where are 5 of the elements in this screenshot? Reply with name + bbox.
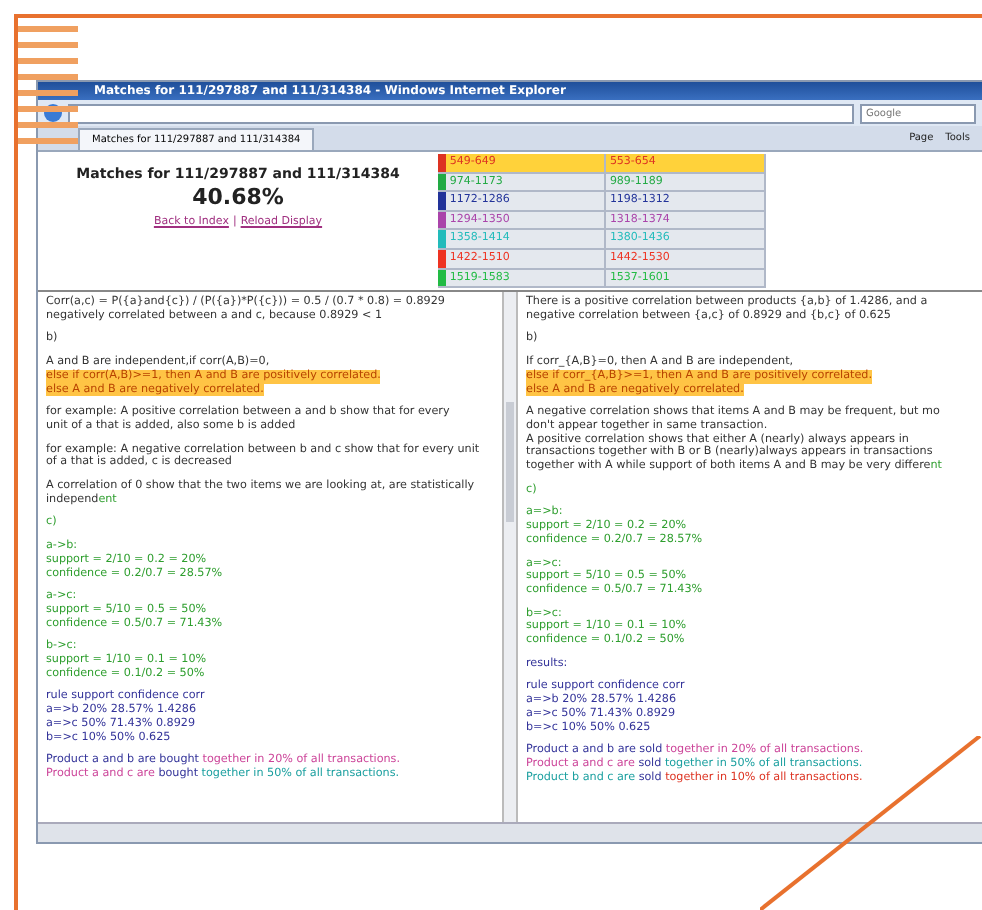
scroll-thumb[interactable] <box>506 402 514 522</box>
stripe-decoration <box>18 26 78 150</box>
address-field[interactable] <box>68 103 854 123</box>
scrollbar[interactable] <box>502 292 518 822</box>
match-score: 40.68% <box>192 184 284 210</box>
